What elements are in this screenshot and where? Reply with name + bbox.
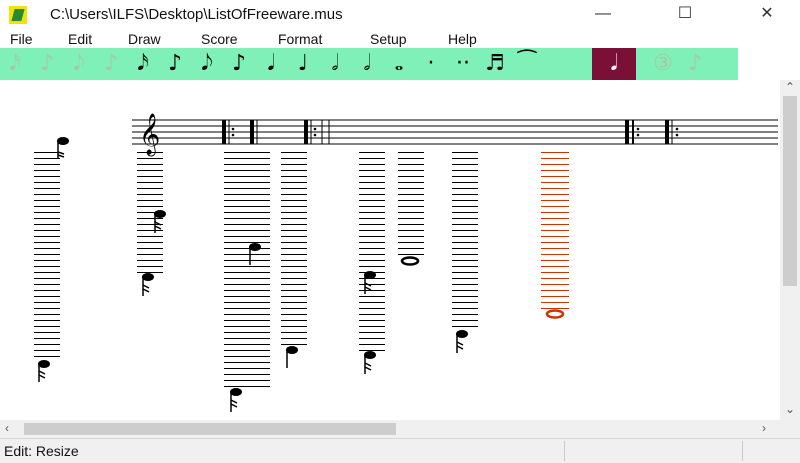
menu-draw[interactable]: Draw	[128, 31, 161, 47]
note-toolbar: 𝅘𝅥𝅯 ♪ 𝅘𝅥𝅮 ♪ 𝅘𝅥𝅯 ♪ 𝅘𝅥𝅮 ♪ 𝅘𝅥 ♩ 𝅗𝅥 𝅗𝅥 𝅝 · ·· ♬ ⁀ 𝅘𝅥 ③ ♪	[0, 48, 738, 80]
scroll-left-icon[interactable]: ‹	[5, 421, 9, 435]
tool-button[interactable]: 𝅗𝅥	[352, 48, 382, 80]
tool-button[interactable]: 𝅘𝅥𝅮	[64, 48, 94, 80]
window-title: C:\Users\ILFS\Desktop\ListOfFreeware.mus	[50, 6, 343, 23]
scroll-corner	[780, 420, 800, 438]
tool-button[interactable]: ·	[416, 48, 446, 80]
tool-button[interactable]: 𝅘𝅥	[256, 48, 286, 80]
ledger-column	[281, 148, 307, 348]
tool-button[interactable]: 𝅘𝅥𝅮	[192, 48, 222, 80]
menu-format[interactable]: Format	[278, 31, 322, 47]
scroll-down-icon[interactable]: ⌄	[785, 402, 795, 416]
horizontal-scroll-thumb[interactable]	[24, 423, 396, 435]
ledger-column	[359, 148, 385, 356]
menu-score[interactable]: Score	[201, 31, 238, 47]
tool-button[interactable]: 𝅘𝅥𝅯	[0, 48, 30, 80]
ledger-column	[398, 148, 424, 258]
menu-edit[interactable]: Edit	[68, 31, 92, 47]
maximize-button[interactable]: ☐	[662, 0, 708, 30]
close-button[interactable]: ✕	[744, 0, 790, 30]
ledger-column	[224, 148, 270, 392]
tool-button[interactable]: ⁀	[512, 48, 542, 80]
tool-button[interactable]: ♪	[96, 48, 126, 80]
score-drawing: 𝄞	[34, 113, 778, 412]
tool-button[interactable]: ♪	[32, 48, 62, 80]
menu-help[interactable]: Help	[448, 31, 477, 47]
status-text: Edit: Resize	[4, 443, 79, 459]
menu-file[interactable]: File	[10, 31, 33, 47]
minimize-button[interactable]: —	[580, 0, 626, 30]
ledger-column	[34, 148, 60, 360]
tool-button[interactable]: 𝅘𝅥𝅯	[128, 48, 158, 80]
tool-button[interactable]: ♬	[480, 48, 510, 80]
ledger-column	[452, 148, 478, 330]
tool-button[interactable]: ··	[448, 48, 478, 80]
tool-button[interactable]: 𝅝	[384, 48, 414, 80]
status-bar: Edit: Resize	[0, 438, 800, 463]
status-divider	[742, 441, 743, 461]
status-divider	[564, 441, 565, 461]
vertical-scrollbar[interactable]: ⌃ ⌄	[780, 80, 800, 420]
tool-button[interactable]: ♪	[160, 48, 190, 80]
score-canvas[interactable]: 𝄞	[0, 80, 780, 420]
tool-button[interactable]: ③	[648, 48, 678, 80]
scroll-up-icon[interactable]: ⌃	[785, 80, 795, 94]
ledger-column-selected	[541, 148, 569, 312]
horizontal-scrollbar[interactable]: ‹ ›	[0, 420, 780, 438]
menu-setup[interactable]: Setup	[370, 31, 407, 47]
app-icon	[9, 6, 27, 24]
tool-button[interactable]: ♩	[288, 48, 318, 80]
title-bar: C:\Users\ILFS\Desktop\ListOfFreeware.mus…	[0, 0, 800, 30]
vertical-scroll-thumb[interactable]	[783, 96, 797, 286]
tool-button-selected[interactable]: 𝅘𝅥	[592, 48, 636, 80]
scroll-right-icon[interactable]: ›	[762, 421, 766, 435]
menu-bar: File Edit Draw Score Format Setup Help	[0, 30, 800, 48]
tool-button[interactable]: ♪	[680, 48, 710, 80]
tool-button[interactable]: ♪	[224, 48, 254, 80]
tool-button[interactable]: 𝅗𝅥	[320, 48, 350, 80]
